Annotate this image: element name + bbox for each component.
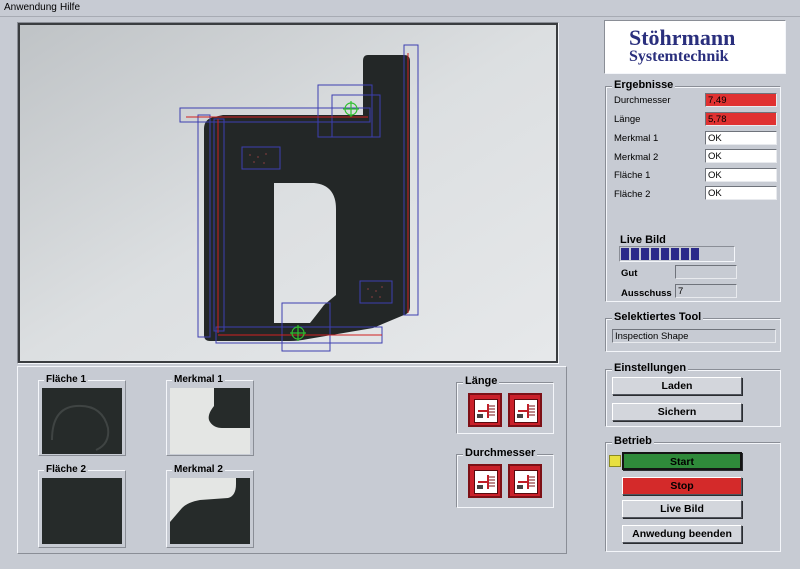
logo-line1: Stöhrmann [629, 25, 736, 50]
result-label-durchmesser: Durchmesser [614, 95, 671, 106]
result-label-flaeche2: Fläche 2 [614, 189, 651, 200]
stop-button[interactable]: Stop [622, 477, 742, 495]
menu-anwendung[interactable]: Anwendung [4, 2, 57, 13]
group-durchmesser-title: Durchmesser [463, 447, 538, 459]
camera-view-frame [17, 22, 559, 364]
progress-segment [631, 248, 639, 260]
thumb-flaeche1-label: Fläche 1 [44, 374, 89, 385]
group-laenge-title: Länge [463, 375, 500, 387]
laenge-tool-button-1[interactable] [468, 393, 502, 427]
camera-image[interactable] [18, 23, 558, 363]
menu-bar: Anwendung Hilfe [0, 0, 800, 17]
company-logo: Stöhrmann Systemtechnik [604, 20, 786, 74]
result-value-flaeche1: OK [705, 168, 777, 182]
status-indicator [609, 455, 621, 467]
progress-segment [651, 248, 659, 260]
laenge-tool-button-2[interactable] [508, 393, 542, 427]
group-selected-tool-title: Selektiertes Tool [612, 311, 704, 323]
ausschuss-value: 7 [675, 284, 737, 298]
thumb-merkmal2-label: Merkmal 2 [172, 464, 225, 475]
load-button[interactable]: Laden [612, 377, 742, 395]
live-progress-fill [621, 248, 699, 260]
durchmesser-tool-button-1[interactable] [468, 464, 502, 498]
save-button[interactable]: Sichern [612, 403, 742, 421]
result-label-merkmal2: Merkmal 2 [614, 152, 659, 163]
thumb-flaeche2[interactable] [42, 478, 122, 544]
progress-segment [691, 248, 699, 260]
thumb-flaeche1-image [51, 404, 110, 451]
thumb-flaeche2-label: Fläche 2 [44, 464, 89, 475]
live-bild-label: Live Bild [620, 234, 666, 246]
durchmesser-tool-button-2[interactable] [508, 464, 542, 498]
result-value-laenge: 5,78 [705, 112, 777, 126]
gut-value [675, 265, 737, 279]
logo-line2: Systemtechnik [629, 48, 729, 65]
group-einstellungen-title: Einstellungen [612, 362, 689, 374]
thumb-merkmal2[interactable] [170, 478, 250, 544]
start-button[interactable]: Start [622, 452, 742, 470]
progress-segment [621, 248, 629, 260]
progress-segment [641, 248, 649, 260]
thumb-merkmal1-image [208, 388, 250, 428]
result-value-merkmal2: OK [705, 149, 777, 163]
result-label-merkmal1: Merkmal 1 [614, 133, 659, 144]
result-label-laenge: Länge [614, 114, 641, 125]
menu-hilfe[interactable]: Hilfe [60, 2, 80, 13]
measure-tool-icon [477, 404, 495, 418]
gut-label: Gut [621, 268, 638, 279]
result-label-flaeche1: Fläche 1 [614, 170, 651, 181]
live-progress-bar [619, 246, 735, 262]
thumb-flaeche1[interactable] [42, 388, 122, 454]
live-bild-button[interactable]: Live Bild [622, 500, 742, 518]
progress-segment [681, 248, 689, 260]
measure-tool-icon [517, 475, 535, 489]
measure-tool-icon [517, 404, 535, 418]
result-value-durchmesser: 7,49 [705, 93, 777, 107]
ausschuss-label: Ausschuss [621, 288, 672, 299]
group-ergebnisse-title: Ergebnisse [612, 79, 676, 91]
thumb-merkmal1-label: Merkmal 1 [172, 374, 225, 385]
result-value-merkmal1: OK [705, 131, 777, 145]
measure-tool-icon [477, 475, 495, 489]
selected-tool-value: Inspection Shape [612, 329, 776, 343]
thumb-merkmal2-image [170, 478, 250, 544]
result-value-flaeche2: OK [705, 186, 777, 200]
quit-button[interactable]: Anwedung beenden [622, 525, 742, 543]
group-betrieb-title: Betrieb [612, 435, 654, 447]
progress-segment [671, 248, 679, 260]
thumb-merkmal1[interactable] [170, 388, 250, 454]
progress-segment [661, 248, 669, 260]
